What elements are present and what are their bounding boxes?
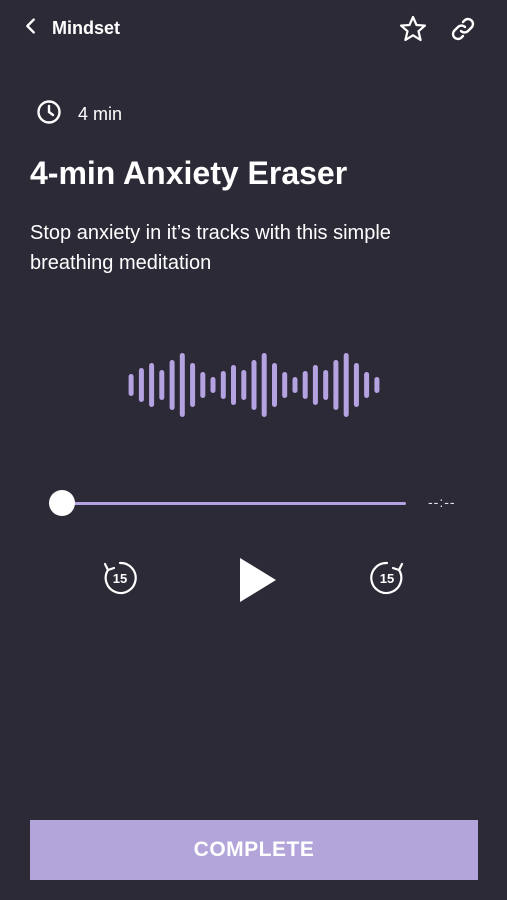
waveform-bar (149, 363, 155, 407)
waveform-bar (190, 363, 196, 407)
waveform-bar (200, 372, 206, 398)
waveform-bar (210, 377, 216, 393)
rewind-15-button[interactable]: 15 (100, 558, 140, 598)
duration-text: 4 min (78, 103, 123, 124)
back-label: Mindset (52, 17, 121, 38)
rewind-15-icon: 15 (100, 558, 140, 598)
duration-row: 4 min (36, 99, 123, 130)
complete-button[interactable]: COMPLETE (30, 820, 478, 880)
link-icon (448, 17, 478, 48)
clock-icon (36, 99, 62, 130)
waveform-bar (364, 372, 370, 398)
chevron-left-icon (20, 15, 42, 42)
waveform-bar (128, 374, 134, 396)
waveform-bar (302, 371, 308, 399)
waveform-bar (292, 377, 298, 393)
top-bar: Mindset (0, 0, 507, 58)
time-remaining: --:-- (428, 494, 456, 510)
waveform-bar (333, 360, 339, 410)
waveform-bar (169, 360, 175, 410)
waveform-bar (179, 353, 185, 417)
rewind-seconds-label: 15 (113, 571, 127, 586)
waveform-bar (374, 377, 380, 393)
forward-15-button[interactable]: 15 (367, 558, 407, 598)
session-description: Stop anxiety in it’s tracks with this si… (30, 222, 391, 274)
waveform-bar (282, 372, 288, 398)
waveform-bar (261, 353, 267, 417)
star-icon (398, 15, 428, 48)
waveform-bar (323, 370, 329, 400)
waveform-bar (251, 360, 257, 410)
waveform-bar (272, 363, 277, 407)
forward-seconds-label: 15 (380, 571, 394, 586)
waveform-bar (138, 368, 144, 402)
waveform-bar (159, 370, 165, 400)
seek-bar[interactable] (62, 502, 406, 505)
audio-waveform (126, 350, 382, 420)
waveform-bar (231, 365, 236, 405)
waveform-bar (241, 370, 247, 400)
play-button[interactable] (236, 556, 280, 604)
waveform-bar (312, 365, 318, 405)
waveform-bar (343, 353, 349, 417)
waveform-bar (220, 371, 226, 399)
forward-15-icon: 15 (367, 558, 407, 598)
play-icon (236, 556, 280, 604)
favorite-button[interactable] (398, 14, 428, 44)
session-title: 4-min Anxiety Eraser (30, 155, 348, 191)
back-button[interactable]: Mindset (20, 14, 120, 42)
seek-knob[interactable] (49, 490, 75, 516)
share-link-button[interactable] (448, 14, 478, 44)
waveform-bar (353, 363, 359, 407)
